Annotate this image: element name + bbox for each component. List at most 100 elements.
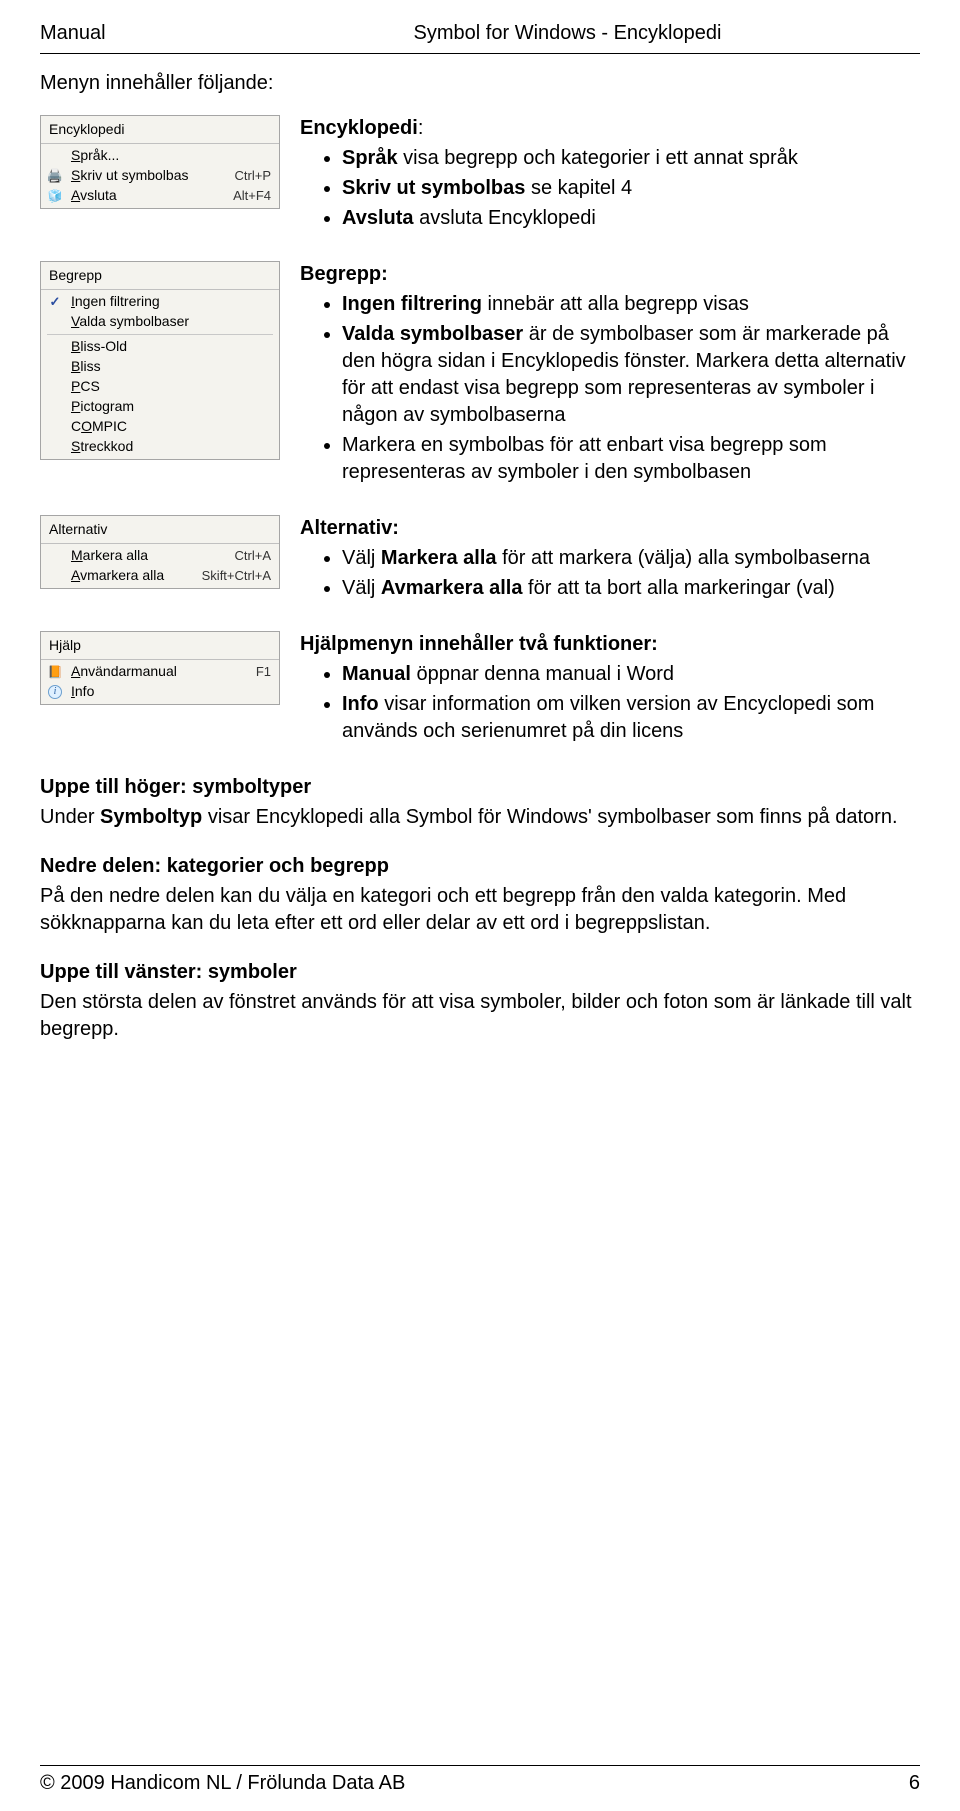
desc-hjalp: Hjälpmenyn innehåller två funktioner: Ma… (280, 631, 920, 748)
page-footer: © 2009 Handicom NL / Frölunda Data AB 6 (40, 1765, 920, 1797)
menu-item-label: Ingen filtrering (65, 292, 275, 311)
menu-item-label: PCS (65, 377, 275, 396)
desc-heading-bold: Alternativ: (300, 517, 399, 539)
menu-item: ✓ Ingen filtrering (41, 292, 279, 312)
menu-hjalp: Hjälp 📙 Användarmanual F1 i Info (40, 631, 280, 705)
menu-item: Språk... (41, 146, 279, 166)
menu-item-label: Markera alla (65, 546, 235, 565)
body-section-3: Uppe till vänster: symboler Den största … (40, 959, 920, 1043)
bullet-text: för att ta bort alla markeringar (val) (523, 577, 835, 599)
body-span-bold: Symboltyp (100, 806, 202, 828)
bullet-text: se kapitel 4 (525, 177, 632, 199)
menu-item-label: Bliss (65, 357, 275, 376)
menu-item: Bliss (41, 357, 279, 377)
menu-item: Streckkod (41, 437, 279, 457)
bullet-text: avsluta Encyklopedi (414, 207, 596, 229)
desc-list: Välj Markera alla för att markera (välja… (300, 545, 920, 602)
menu-body: Språk... 🖨️ Skriv ut symbolbas Ctrl+P 🧊 … (41, 144, 279, 208)
bullet-item: Språk visa begrepp och kategorier i ett … (342, 145, 920, 172)
desc-heading-bold: Hjälpmenyn innehåller två funktioner: (300, 633, 658, 655)
header-rule (40, 53, 920, 54)
menu-item: PCS (41, 377, 279, 397)
desc-begrepp: Begrepp: Ingen filtrering innebär att al… (280, 261, 920, 489)
menu-body: ✓ Ingen filtrering Valda symbolbaser Bli… (41, 290, 279, 459)
menu-item: Bliss-Old (41, 337, 279, 357)
menu-alternativ: Alternativ Markera alla Ctrl+A Avmarkera… (40, 515, 280, 589)
bullet-item: Avsluta avsluta Encyklopedi (342, 205, 920, 232)
bullet-text: för att markera (välja) alla symbolbaser… (497, 547, 870, 569)
bullet-bold: Avmarkera alla (381, 577, 523, 599)
menu-item-label: Avmarkera alla (65, 566, 202, 585)
footer-rule (40, 1765, 920, 1766)
body-paragraph: Den största delen av fönstret används fö… (40, 989, 920, 1043)
bullet-bold: Avsluta (342, 207, 414, 229)
intro-text: Menyn innehåller följande: (40, 70, 920, 97)
menu-item-label: COMPIC (65, 417, 275, 436)
menu-item-label: Användarmanual (65, 662, 256, 681)
menu-begrepp: Begrepp ✓ Ingen filtrering Valda symbolb… (40, 261, 280, 460)
bullet-item: Markera en symbolbas för att enbart visa… (342, 432, 920, 486)
body-head: Uppe till vänster: symboler (40, 961, 297, 983)
menu-title: Alternativ (41, 516, 279, 544)
menu-item-shortcut: Ctrl+P (235, 167, 275, 185)
bullet-item: Skriv ut symbolbas se kapitel 4 (342, 175, 920, 202)
desc-encyklopedi: Encyklopedi: Språk visa begrepp och kate… (280, 115, 920, 235)
bullet-item: Valda symbolbaser är de symbolbaser som … (342, 321, 920, 429)
desc-heading-bold: Begrepp: (300, 263, 388, 285)
menu-item: 📙 Användarmanual F1 (41, 662, 279, 682)
bullet-text: Välj (342, 547, 381, 569)
body-span: Under (40, 806, 100, 828)
menu-separator (47, 334, 273, 335)
bullet-bold: Valda symbolbaser (342, 323, 523, 345)
bullet-item: Manual öppnar denna manual i Word (342, 661, 920, 688)
desc-list: Manual öppnar denna manual i Word Info vi… (300, 661, 920, 745)
checkmark-icon: ✓ (50, 293, 61, 311)
body-head: Nedre delen: kategorier och begrepp (40, 855, 389, 877)
bullet-bold: Manual (342, 663, 411, 685)
menu-title: Hjälp (41, 632, 279, 660)
printer-icon: 🖨️ (47, 167, 63, 185)
header-manual: Manual (40, 20, 215, 47)
desc-alternativ: Alternativ: Välj Markera alla för att ma… (280, 515, 920, 605)
bullet-bold: Info (342, 693, 379, 715)
menu-item: Avmarkera alla Skift+Ctrl+A (41, 566, 279, 586)
menu-item: Pictogram (41, 397, 279, 417)
desc-heading-after: : (418, 117, 424, 139)
page-number: 6 (909, 1770, 920, 1797)
menu-item-shortcut: Skift+Ctrl+A (202, 567, 275, 585)
menu-item-shortcut: F1 (256, 663, 275, 681)
desc-list: Ingen filtrering innebär att alla begrep… (300, 291, 920, 486)
body-head: Uppe till höger: symboltyper (40, 776, 311, 798)
bullet-bold: Språk (342, 147, 398, 169)
menu-item: i Info (41, 682, 279, 702)
menu-title: Begrepp (41, 262, 279, 290)
bullet-text: Välj (342, 577, 381, 599)
menu-item-label: Info (65, 682, 275, 701)
bullet-item: Välj Avmarkera alla för att ta bort alla… (342, 575, 920, 602)
menu-item: Valda symbolbaser (41, 312, 279, 332)
bullet-item: Ingen filtrering innebär att alla begrep… (342, 291, 920, 318)
bullet-text: innebär att alla begrepp visas (482, 293, 749, 315)
body-section-1: Uppe till höger: symboltyper Under Symbo… (40, 774, 920, 831)
desc-heading-bold: Encyklopedi (300, 117, 418, 139)
menu-item-shortcut: Alt+F4 (233, 187, 275, 205)
bullet-text: visar information om vilken version av E… (342, 693, 874, 742)
bullet-item: Info visar information om vilken version… (342, 691, 920, 745)
menu-item-shortcut: Ctrl+A (235, 547, 275, 565)
cube-icon: 🧊 (48, 188, 63, 204)
desc-list: Språk visa begrepp och kategorier i ett … (300, 145, 920, 232)
body-paragraph: På den nedre delen kan du välja en kateg… (40, 883, 920, 937)
menu-item-label: Streckkod (65, 437, 275, 456)
bullet-bold: Ingen filtrering (342, 293, 482, 315)
footer-left: © 2009 Handicom NL / Frölunda Data AB (40, 1770, 909, 1797)
menu-item: 🧊 Avsluta Alt+F4 (41, 186, 279, 206)
bullet-text: visa begrepp och kategorier i ett annat … (398, 147, 798, 169)
menu-item: COMPIC (41, 417, 279, 437)
header-title: Symbol for Windows - Encyklopedi (215, 20, 920, 47)
menu-item-label: Språk... (65, 146, 275, 165)
bullet-item: Välj Markera alla för att markera (välja… (342, 545, 920, 572)
menu-item: 🖨️ Skriv ut symbolbas Ctrl+P (41, 166, 279, 186)
body-section-2: Nedre delen: kategorier och begrepp På d… (40, 853, 920, 937)
menu-body: 📙 Användarmanual F1 i Info (41, 660, 279, 704)
menu-item-label: Bliss-Old (65, 337, 275, 356)
